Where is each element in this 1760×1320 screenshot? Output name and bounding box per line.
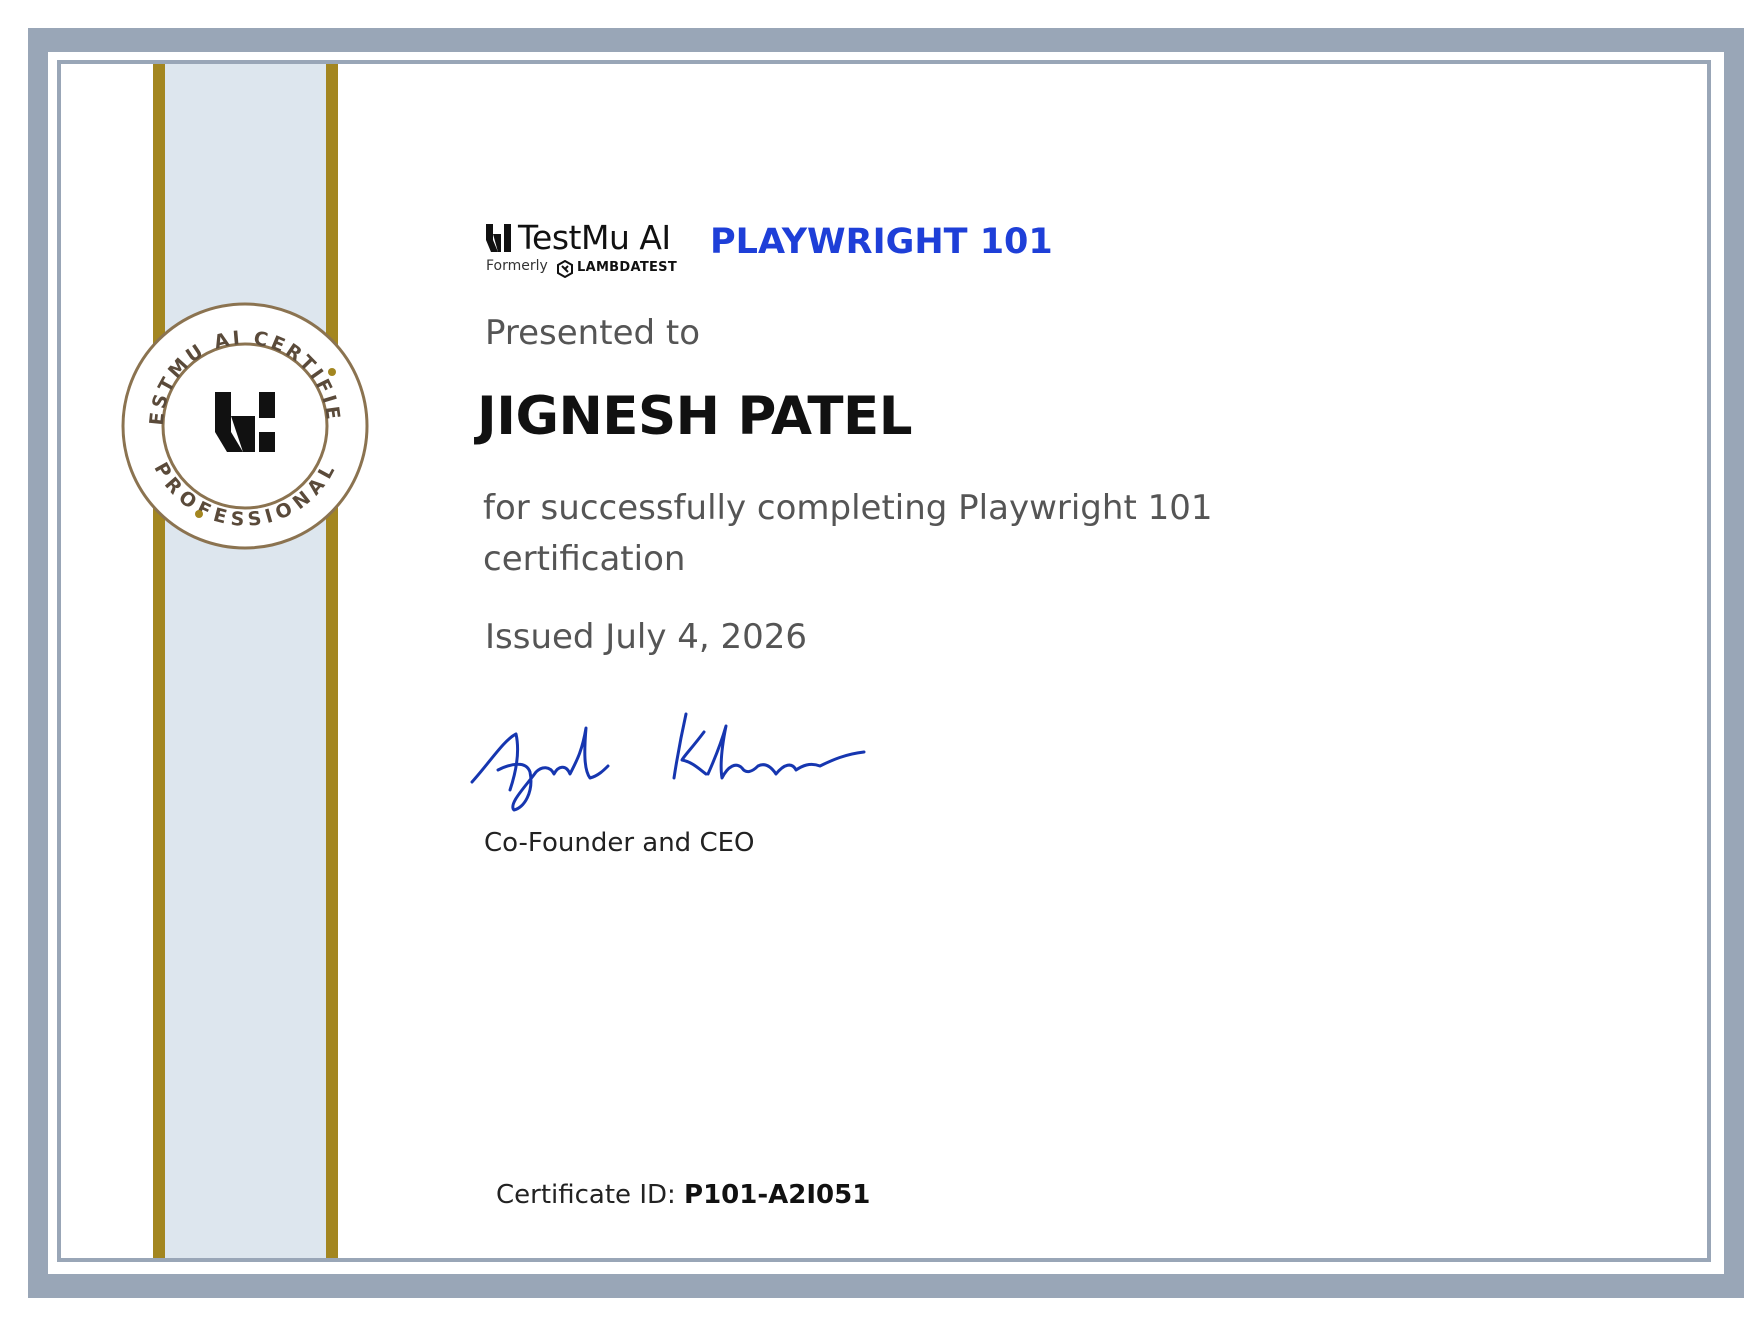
ceo-signature xyxy=(470,712,866,812)
brand-wordmark: TestMu AI xyxy=(518,218,671,257)
issue-date: Issued July 4, 2026 xyxy=(485,617,808,657)
lambdatest-icon xyxy=(557,260,573,278)
course-title: PLAYWRIGHT 101 xyxy=(710,222,1053,262)
certificate-id: Certificate ID: P101-A2I051 xyxy=(496,1180,870,1210)
recipient-name: JIGNESH PATEL xyxy=(477,386,913,447)
former-brand-name: LAMBDATEST xyxy=(577,260,678,275)
signer-title: Co-Founder and CEO xyxy=(484,828,755,858)
testmu-ai-logo: TestMu AI Formerly LAMBDATEST xyxy=(486,218,681,280)
completion-statement: for successfully completing Playwright 1… xyxy=(483,483,1263,585)
completion-line-2: certification xyxy=(483,539,686,579)
completion-line-1: for successfully completing Playwright 1… xyxy=(483,488,1213,528)
testmu-brand-icon xyxy=(486,224,511,252)
certificate-id-value: P101-A2I051 xyxy=(684,1180,871,1210)
presented-to-label: Presented to xyxy=(485,313,701,353)
certificate-content: TestMu AI Formerly LAMBDATEST PLAYWRIGHT… xyxy=(0,0,1760,1320)
formerly-label: Formerly xyxy=(486,258,548,274)
certificate-id-label: Certificate ID: xyxy=(496,1180,685,1210)
